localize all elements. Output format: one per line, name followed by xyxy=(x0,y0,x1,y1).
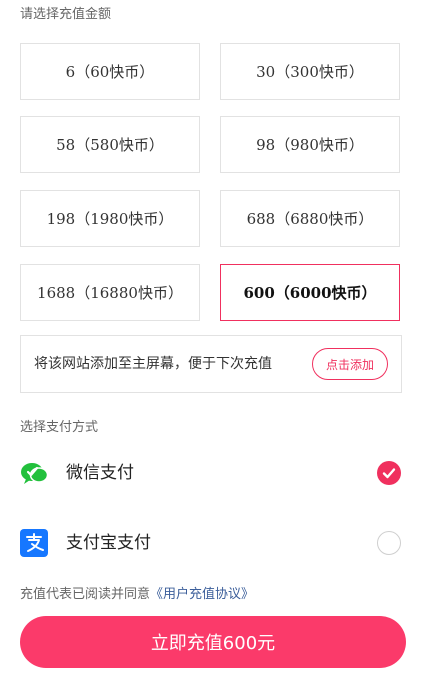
payment-option-wechat[interactable]: 微信支付 xyxy=(0,448,430,498)
wechat-pay-radio-checked[interactable] xyxy=(377,461,401,485)
alipay-radio-unchecked[interactable] xyxy=(377,531,401,555)
agreement-prefix: 充值代表已阅读并同意 xyxy=(20,587,151,602)
user-recharge-agreement-link[interactable]: 《用户充值协议》 xyxy=(150,587,254,602)
amount-option-600-selected[interactable]: 600（6000快币） xyxy=(220,264,400,321)
amount-option-98[interactable]: 98（980快币） xyxy=(220,116,400,173)
homescreen-hint-text: 将该网站添加至主屏幕，便于下次充值 xyxy=(34,356,272,372)
amount-option-688[interactable]: 688（6880快币） xyxy=(220,190,400,247)
payment-section-label: 选择支付方式 xyxy=(20,420,99,435)
amount-option-198[interactable]: 198（1980快币） xyxy=(20,190,200,247)
add-to-homescreen-button[interactable]: 点击添加 xyxy=(312,348,388,380)
wechat-pay-icon xyxy=(21,463,48,484)
agreement-notice: 充值代表已阅读并同意《用户充值协议》 xyxy=(20,586,254,604)
amount-option-1688[interactable]: 1688（16880快币） xyxy=(20,264,200,321)
wechat-pay-label: 微信支付 xyxy=(66,463,134,483)
add-to-homescreen-banner: 将该网站添加至主屏幕，便于下次充值 点击添加 xyxy=(20,335,402,393)
recharge-page: 请选择充值金额 6（60快币） 30（300快币） 58（580快币） 98（9… xyxy=(0,0,430,676)
alipay-icon xyxy=(20,529,48,557)
amount-section-label: 请选择充值金额 xyxy=(20,7,112,22)
amount-option-58[interactable]: 58（580快币） xyxy=(20,116,200,173)
recharge-now-button[interactable]: 立即充值600元 xyxy=(20,616,406,668)
amount-option-30[interactable]: 30（300快币） xyxy=(220,43,400,100)
check-icon xyxy=(382,468,396,479)
payment-option-alipay[interactable]: 支付宝支付 xyxy=(0,518,430,568)
amount-option-6[interactable]: 6（60快币） xyxy=(20,43,200,100)
alipay-label: 支付宝支付 xyxy=(66,533,151,553)
